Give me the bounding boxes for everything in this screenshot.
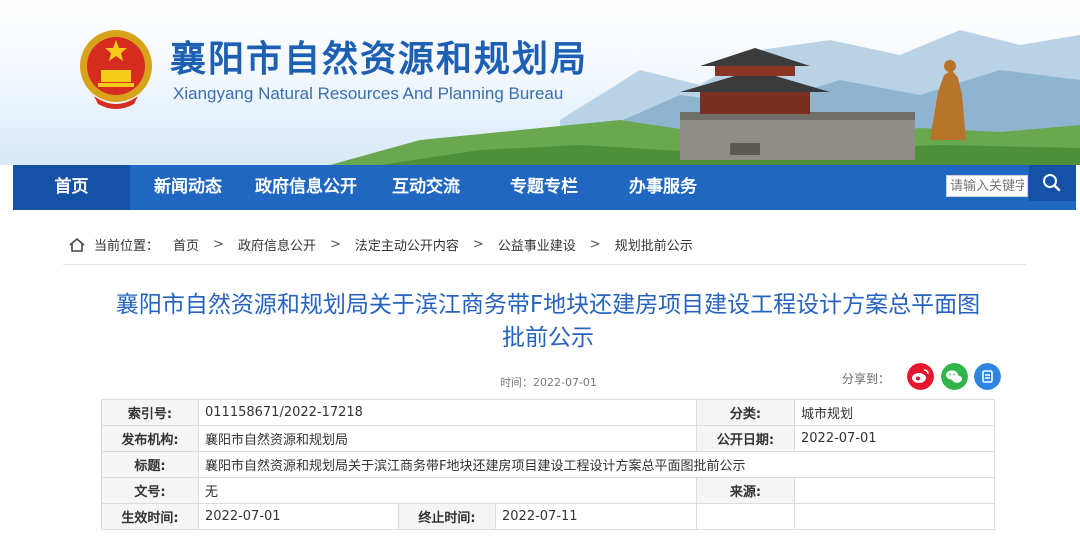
effective-value: 2022-07-01 xyxy=(198,503,399,530)
table-row: 文号: 无 来源: xyxy=(101,477,995,504)
breadcrumb-item-statutory[interactable]: 法定主动公开内容 xyxy=(355,235,459,254)
breadcrumb: 当前位置： 首页 > 政府信息公开 > 法定主动公开内容 > 公益事业建设 > … xyxy=(68,235,693,254)
empty-cell xyxy=(696,503,795,530)
search-button[interactable] xyxy=(1029,165,1076,201)
publisher-value: 襄阳市自然资源和规划局 xyxy=(198,425,697,452)
breadcrumb-item-home[interactable]: 首页 xyxy=(173,235,199,254)
effective-label: 生效时间: xyxy=(101,503,199,530)
share-label: 分享到： xyxy=(842,372,891,386)
table-row: 索引号: 011158671/2022-17218 分类: 城市规划 xyxy=(101,399,995,426)
publisher-label: 发布机构: xyxy=(101,425,199,452)
wechat-icon[interactable] xyxy=(941,363,968,390)
nav-item-news[interactable]: 新闻动态 xyxy=(154,165,222,210)
table-row: 标题: 襄阳市自然资源和规划局关于滨江商务带F地块还建房项目建设工程设计方案总平… xyxy=(101,451,995,478)
national-emblem-icon xyxy=(80,30,152,109)
weibo-icon[interactable] xyxy=(907,363,934,390)
site-title: 襄阳市自然资源和规划局 xyxy=(170,39,589,80)
nav-item-topics[interactable]: 专题专栏 xyxy=(510,165,578,210)
site-banner: 襄阳市自然资源和规划局 Xiangyang Natural Resources … xyxy=(0,0,1080,165)
document-meta-table: 索引号: 011158671/2022-17218 分类: 城市规划 发布机构:… xyxy=(101,399,995,530)
breadcrumb-item-public-welfare[interactable]: 公益事业建设 xyxy=(498,235,576,254)
breadcrumb-separator: > xyxy=(589,237,601,252)
expiry-value: 2022-07-11 xyxy=(495,503,697,530)
nav-item-home[interactable]: 首页 xyxy=(13,165,130,210)
search-input[interactable] xyxy=(946,175,1028,197)
docno-label: 文号: xyxy=(101,477,199,504)
table-row: 发布机构: 襄阳市自然资源和规划局 公开日期: 2022-07-01 xyxy=(101,425,995,452)
breadcrumb-separator: > xyxy=(472,237,484,252)
site-subtitle: Xiangyang Natural Resources And Planning… xyxy=(173,84,564,103)
article-title: 襄阳市自然资源和规划局关于滨江商务带F地块还建房项目建设工程设计方案总平面图 批… xyxy=(96,289,1000,355)
search-icon xyxy=(1043,174,1061,192)
breadcrumb-divider xyxy=(63,264,1026,265)
breadcrumb-prefix: 当前位置： xyxy=(94,239,160,254)
main-nav: 首页 新闻动态 政府信息公开 互动交流 专题专栏 办事服务 xyxy=(13,165,1076,210)
index-value: 011158671/2022-17218 xyxy=(198,399,697,426)
docno-value: 无 xyxy=(198,477,697,504)
source-label: 来源: xyxy=(696,477,795,504)
index-label: 索引号: xyxy=(101,399,199,426)
pubdate-value: 2022-07-01 xyxy=(794,425,995,452)
nav-item-gov-info[interactable]: 政府信息公开 xyxy=(255,165,357,210)
table-row: 生效时间: 2022-07-01 终止时间: 2022-07-11 xyxy=(101,503,995,530)
article-title-line1: 襄阳市自然资源和规划局关于滨江商务带F地块还建房项目建设工程设计方案总平面图 xyxy=(115,292,981,318)
article-title-line2: 批前公示 xyxy=(502,325,594,351)
nav-item-interaction[interactable]: 互动交流 xyxy=(392,165,460,210)
breadcrumb-item-planning[interactable]: 规划批前公示 xyxy=(615,235,693,254)
expiry-label: 终止时间: xyxy=(398,503,496,530)
nav-item-services[interactable]: 办事服务 xyxy=(629,165,697,210)
subject-value: 襄阳市自然资源和规划局关于滨江商务带F地块还建房项目建设工程设计方案总平面图批前… xyxy=(198,451,995,478)
category-value: 城市规划 xyxy=(794,399,995,426)
banner-scenery xyxy=(330,30,1080,165)
category-label: 分类: xyxy=(696,399,795,426)
subject-label: 标题: xyxy=(101,451,199,478)
home-icon xyxy=(69,237,85,252)
copy-link-icon[interactable] xyxy=(974,363,1001,390)
pubdate-label: 公开日期: xyxy=(696,425,795,452)
breadcrumb-separator: > xyxy=(329,237,341,252)
breadcrumb-separator: > xyxy=(213,237,224,252)
source-value xyxy=(794,477,995,504)
empty-cell xyxy=(794,503,995,530)
publish-time: 时间：2022-07-01 xyxy=(500,376,597,389)
breadcrumb-item-gov-info[interactable]: 政府信息公开 xyxy=(238,235,316,254)
